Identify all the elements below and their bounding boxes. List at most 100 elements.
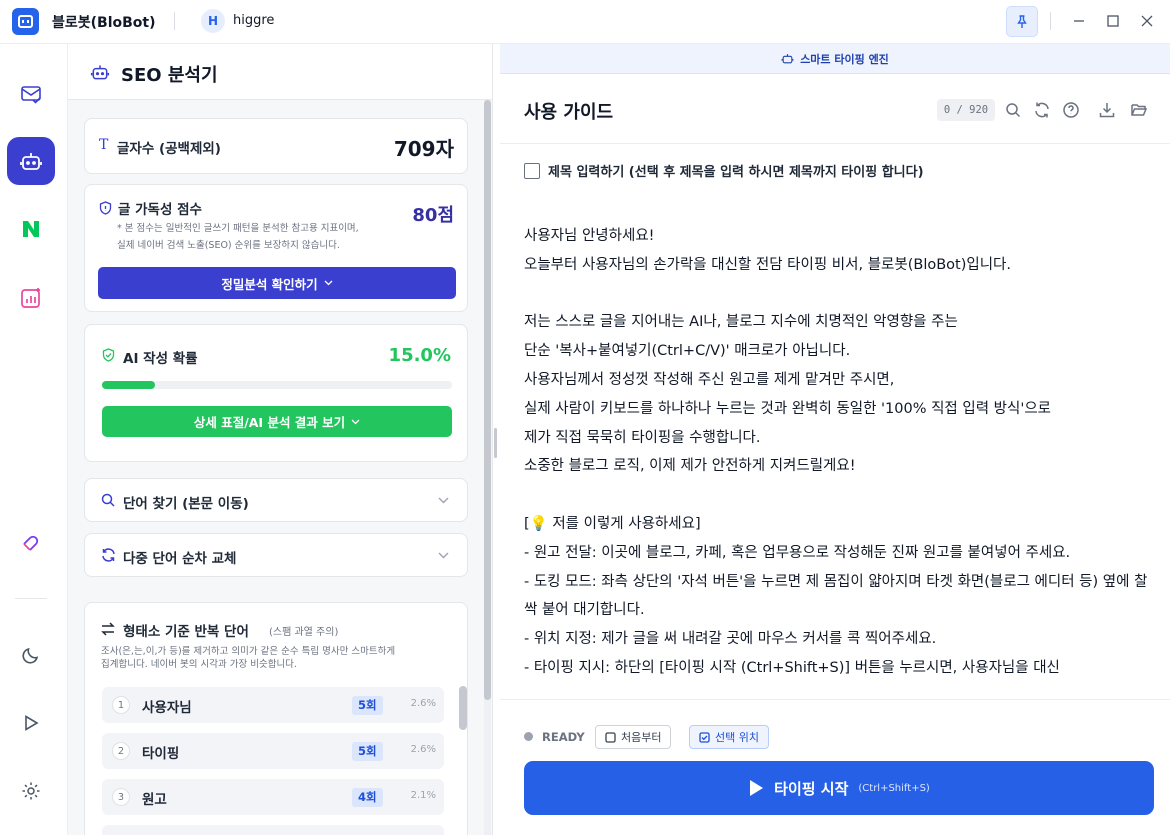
maximize-icon bbox=[1107, 15, 1119, 27]
repeated-word-row[interactable]: 3 원고 4회 2.1% bbox=[102, 779, 444, 815]
mail-check-icon bbox=[21, 86, 41, 104]
naver-n-icon bbox=[23, 221, 39, 237]
repeated-words-title: 형태소 기준 반복 단어 bbox=[123, 624, 249, 640]
title-input-checkbox[interactable] bbox=[524, 162, 540, 179]
editor-line: 단순 '복사+붙여넣기(Ctrl+C/V)' 매크로가 아닙니다. bbox=[524, 343, 851, 360]
close-button[interactable] bbox=[1136, 10, 1158, 32]
chevron-down-icon bbox=[324, 280, 333, 286]
square-icon bbox=[605, 731, 616, 743]
row-word: 원고 bbox=[142, 792, 167, 808]
editor-header: 사용 가이드 0 / 920 bbox=[500, 74, 1170, 144]
multi-replace-label: 다중 단어 순차 교체 bbox=[123, 551, 237, 567]
checkbox-checked-icon bbox=[699, 731, 710, 743]
selected-position-option[interactable]: 선택 위치 bbox=[689, 725, 769, 749]
minimize-icon bbox=[1074, 20, 1084, 22]
pin-icon bbox=[1017, 14, 1027, 28]
find-word-accordion[interactable]: 단어 찾기 (본문 이동) bbox=[84, 478, 468, 522]
sidebar-item-analytics[interactable] bbox=[7, 274, 55, 322]
chart-sparkle-icon bbox=[21, 288, 40, 308]
multi-replace-accordion[interactable]: 다중 단어 순차 교체 bbox=[84, 533, 468, 577]
sidebar-item-settings[interactable] bbox=[7, 767, 55, 815]
panel-scrollbar-thumb[interactable] bbox=[484, 100, 491, 700]
status-dot bbox=[524, 732, 533, 741]
readability-note-2: 실제 네이버 검색 노출(SEO) 순위를 보장하지 않습니다. bbox=[117, 240, 340, 251]
avatar[interactable]: H bbox=[201, 9, 225, 33]
sidebar-item-mail[interactable] bbox=[7, 70, 55, 118]
gear-icon bbox=[22, 782, 40, 800]
ai-probability-label: AI 작성 확률 bbox=[123, 351, 198, 367]
folder-open-icon[interactable] bbox=[1130, 101, 1148, 119]
minimize-button[interactable] bbox=[1068, 10, 1090, 32]
plagiarism-ai-result-button[interactable]: 상세 표절/AI 분석 결과 보기 bbox=[102, 406, 452, 437]
find-word-label: 단어 찾기 (본문 이동) bbox=[123, 496, 249, 512]
seo-analyzer-panel: SEO 분석기 T 글자수 (공백제외) 709자 글 가독성 점수 80점 *… bbox=[68, 44, 493, 835]
row-count-badge: 5회 bbox=[352, 742, 383, 761]
row-rank: 2 bbox=[112, 742, 130, 760]
seo-panel-header: SEO 분석기 bbox=[68, 44, 492, 100]
char-counter: 0 / 920 bbox=[937, 99, 995, 121]
username: higgre bbox=[233, 13, 275, 28]
sidebar-item-theme[interactable] bbox=[7, 631, 55, 679]
swap-icon bbox=[101, 622, 115, 636]
editor-line: 저는 스스로 글을 지어내는 AI나, 블로그 지수에 치명적인 악영향을 주는 bbox=[524, 314, 958, 331]
char-count-label: 글자수 (공백제외) bbox=[117, 141, 221, 157]
manuscript-textarea[interactable]: 사용자님 안녕하세요! 오늘부터 사용자님의 손가락을 대신할 전담 타이핑 비서… bbox=[524, 222, 1154, 696]
play-icon bbox=[25, 715, 39, 731]
chevron-down-icon bbox=[438, 552, 449, 559]
sidebar-divider bbox=[15, 598, 47, 599]
repeated-word-row[interactable]: 1 사용자님 5회 2.6% bbox=[102, 687, 444, 723]
maximize-button[interactable] bbox=[1102, 10, 1124, 32]
app-title: 블로봇(BloBot) bbox=[52, 15, 156, 31]
repeated-word-row[interactable]: 2 타이핑 5회 2.6% bbox=[102, 733, 444, 769]
sidebar-item-magnet[interactable] bbox=[7, 519, 55, 567]
repeated-words-note-1: 조사(은,는,이,가 등)를 제거하고 의미가 같은 순수 특립 명사만 스마트… bbox=[101, 646, 396, 657]
ai-probability-value: 15.0% bbox=[388, 345, 451, 366]
sidebar-item-robot[interactable] bbox=[7, 137, 55, 185]
editor-line: 소중한 블로그 로직, 이제 제가 안전하게 지켜드릴게요! bbox=[524, 458, 856, 475]
editor-line: 실제 사람이 키보드를 하나하나 누르는 것과 완벽히 동일한 '100% 직접… bbox=[524, 400, 1052, 417]
sidebar-item-play[interactable] bbox=[7, 699, 55, 747]
title-bar: 블로봇(BloBot) H higgre bbox=[0, 0, 1170, 44]
download-icon[interactable] bbox=[1098, 101, 1116, 119]
window-controls-divider bbox=[1050, 12, 1051, 30]
seo-panel-title: SEO 분석기 bbox=[121, 65, 218, 86]
from-start-option[interactable]: 처음부터 bbox=[595, 725, 672, 749]
title-input-option[interactable]: 제목 입력하기 (선택 후 제목을 입력 하시면 제목까지 타이핑 합니다) bbox=[524, 161, 924, 180]
repeated-word-row-partial bbox=[102, 825, 444, 835]
search-icon[interactable] bbox=[1004, 101, 1022, 119]
app-logo-icon bbox=[12, 8, 39, 35]
help-icon[interactable] bbox=[1062, 101, 1080, 119]
icon-sidebar bbox=[0, 44, 68, 835]
pin-button[interactable] bbox=[1006, 6, 1038, 37]
status-text: READY bbox=[542, 730, 585, 744]
repeated-words-scroll-thumb[interactable] bbox=[459, 686, 467, 730]
robot-icon bbox=[781, 54, 794, 64]
shield-icon bbox=[99, 201, 112, 215]
detailed-analysis-button[interactable]: 정밀분석 확인하기 bbox=[98, 267, 456, 299]
row-percent: 2.6% bbox=[410, 698, 436, 709]
row-count-badge: 4회 bbox=[352, 788, 383, 807]
engine-banner-label: 스마트 타이핑 엔진 bbox=[800, 52, 889, 66]
editor-line: - 도킹 모드: 좌측 상단의 '자석 버튼'을 누르면 제 몸집이 얇아지며 … bbox=[524, 573, 1148, 619]
editor-title: 사용 가이드 bbox=[524, 102, 614, 123]
play-icon bbox=[750, 780, 764, 796]
editor-line: [💡 저를 이렇게 사용하세요] bbox=[524, 515, 701, 532]
row-rank: 1 bbox=[112, 696, 130, 714]
editor-footer: READY 처음부터 선택 위치 타이핑 시작 (Ctrl+Shift+S) bbox=[500, 699, 1170, 835]
editor-panel: 스마트 타이핑 엔진 사용 가이드 0 / 920 제목 입력하기 (선택 후 … bbox=[500, 44, 1170, 835]
splitter-grip[interactable] bbox=[494, 428, 497, 458]
repeated-words-note-2: 집계합니다. 네이버 봇의 시각과 가장 비슷합니다. bbox=[101, 659, 297, 670]
detailed-analysis-label: 정밀분석 확인하기 bbox=[221, 276, 318, 292]
refresh-icon[interactable] bbox=[1033, 101, 1051, 119]
readability-label: 글 가독성 점수 bbox=[118, 202, 202, 218]
start-typing-button[interactable]: 타이핑 시작 (Ctrl+Shift+S) bbox=[524, 761, 1154, 815]
refresh-icon bbox=[102, 548, 115, 562]
robot-icon bbox=[90, 65, 110, 80]
sidebar-item-naver[interactable] bbox=[7, 205, 55, 253]
robot-icon bbox=[20, 153, 42, 170]
search-icon bbox=[101, 493, 115, 507]
selected-position-label: 선택 위치 bbox=[715, 731, 759, 744]
start-typing-shortcut: (Ctrl+Shift+S) bbox=[858, 782, 930, 794]
